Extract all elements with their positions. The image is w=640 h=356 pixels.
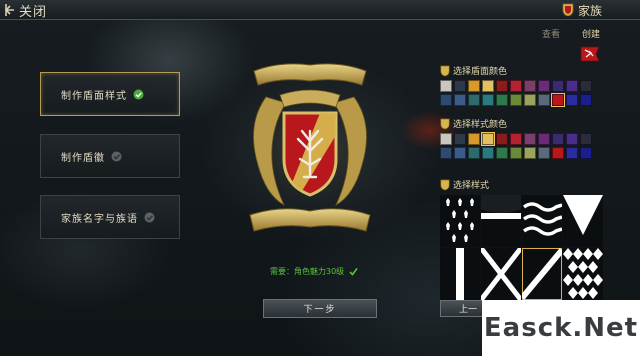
color-swatch[interactable] (482, 147, 494, 159)
watermark-text: Easck.Net (483, 313, 639, 343)
tab-view[interactable]: 查看 (542, 27, 560, 40)
section-label: 选择样式 (453, 181, 490, 191)
color-swatch[interactable] (510, 147, 522, 159)
pattern-waves[interactable] (522, 195, 562, 247)
family-crest-preview (248, 63, 372, 232)
color-swatch[interactable] (454, 80, 466, 92)
step-family-name-motto[interactable]: 家族名字与族语 (40, 195, 180, 239)
family-tab[interactable]: 家族 (554, 0, 640, 20)
pattern-color-palette (440, 132, 592, 159)
color-swatch[interactable] (524, 80, 536, 92)
watermark: Easck.Net (482, 300, 640, 356)
pattern-pale[interactable] (440, 248, 480, 300)
color-swatch[interactable] (524, 94, 536, 106)
pattern-horizontal-bar[interactable] (481, 195, 521, 247)
pattern-grid (440, 195, 603, 301)
color-swatch[interactable] (496, 94, 508, 106)
style-title: 选择样式 (440, 178, 489, 191)
color-swatch[interactable] (524, 147, 536, 159)
shield-icon (440, 179, 450, 190)
color-swatch[interactable] (551, 93, 565, 107)
close-label: 关闭 (19, 4, 48, 20)
color-swatch[interactable] (440, 147, 452, 159)
color-swatch[interactable] (510, 80, 522, 92)
pattern-lozengy[interactable] (563, 248, 603, 300)
shield-icon (562, 3, 574, 17)
check-pending-icon (111, 151, 122, 161)
shield-icon (440, 118, 450, 129)
pattern-chevron-down[interactable] (563, 195, 603, 247)
family-label: 家族 (578, 3, 603, 18)
color-swatch[interactable] (496, 133, 508, 145)
shield-icon (440, 65, 450, 76)
color-swatch[interactable] (566, 80, 578, 92)
color-swatch[interactable] (496, 147, 508, 159)
step-shield-badge[interactable]: 制作盾徽 (40, 134, 180, 178)
color-swatch[interactable] (468, 94, 480, 106)
color-swatch[interactable] (580, 80, 592, 92)
color-swatch[interactable] (580, 147, 592, 159)
color-swatch[interactable] (468, 133, 480, 145)
color-swatch[interactable] (538, 133, 550, 145)
pattern-bend-sinister[interactable] (522, 248, 562, 300)
close-button[interactable]: 关闭 (4, 1, 48, 20)
color-swatch[interactable] (510, 133, 522, 145)
color-swatch[interactable] (538, 147, 550, 159)
top-bar: 关闭 家族 (0, 0, 640, 20)
color-swatch[interactable] (454, 147, 466, 159)
color-swatch[interactable] (538, 94, 550, 106)
pattern-color-title: 选择样式颜色 (440, 117, 507, 130)
color-swatch[interactable] (440, 133, 452, 145)
back-arrow-icon (4, 4, 14, 16)
color-swatch[interactable] (552, 147, 564, 159)
step-label: 家族名字与族语 (61, 213, 138, 225)
color-swatch[interactable] (454, 133, 466, 145)
step-shield-style[interactable]: 制作盾面样式 (40, 72, 180, 116)
color-swatch[interactable] (440, 80, 452, 92)
color-swatch[interactable] (538, 80, 550, 92)
color-swatch[interactable] (552, 133, 564, 145)
banner-flag-icon[interactable] (578, 44, 602, 64)
next-step-button[interactable]: 下一步 (263, 299, 377, 318)
color-swatch[interactable] (510, 94, 522, 106)
check-icon (349, 268, 358, 276)
color-swatch[interactable] (566, 147, 578, 159)
shield-color-title: 选择盾面颜色 (440, 64, 507, 77)
step-label: 制作盾面样式 (61, 90, 127, 102)
section-label: 选择样式颜色 (453, 120, 508, 130)
color-swatch[interactable] (566, 133, 578, 145)
color-swatch[interactable] (481, 132, 495, 146)
section-label: 选择盾面颜色 (453, 67, 508, 77)
check-done-icon (133, 89, 144, 99)
color-swatch[interactable] (468, 147, 480, 159)
pattern-ermine[interactable] (440, 195, 480, 247)
check-pending-icon (144, 212, 155, 222)
color-swatch[interactable] (496, 80, 508, 92)
step-label: 制作盾徽 (61, 152, 105, 164)
color-swatch[interactable] (552, 80, 564, 92)
requirement-note: 需要：角色魅力30级 (270, 266, 358, 277)
color-swatch[interactable] (580, 94, 592, 106)
shield-color-palette (440, 80, 592, 107)
color-swatch[interactable] (440, 94, 452, 106)
color-swatch[interactable] (524, 133, 536, 145)
color-swatch[interactable] (482, 80, 494, 92)
tab-create[interactable]: 创建 (582, 27, 600, 40)
color-swatch[interactable] (468, 80, 480, 92)
requirement-text: 需要：角色魅力30级 (270, 267, 345, 276)
color-swatch[interactable] (454, 94, 466, 106)
pattern-saltire[interactable] (481, 248, 521, 300)
color-swatch[interactable] (482, 94, 494, 106)
color-swatch[interactable] (580, 133, 592, 145)
color-swatch[interactable] (566, 94, 578, 106)
